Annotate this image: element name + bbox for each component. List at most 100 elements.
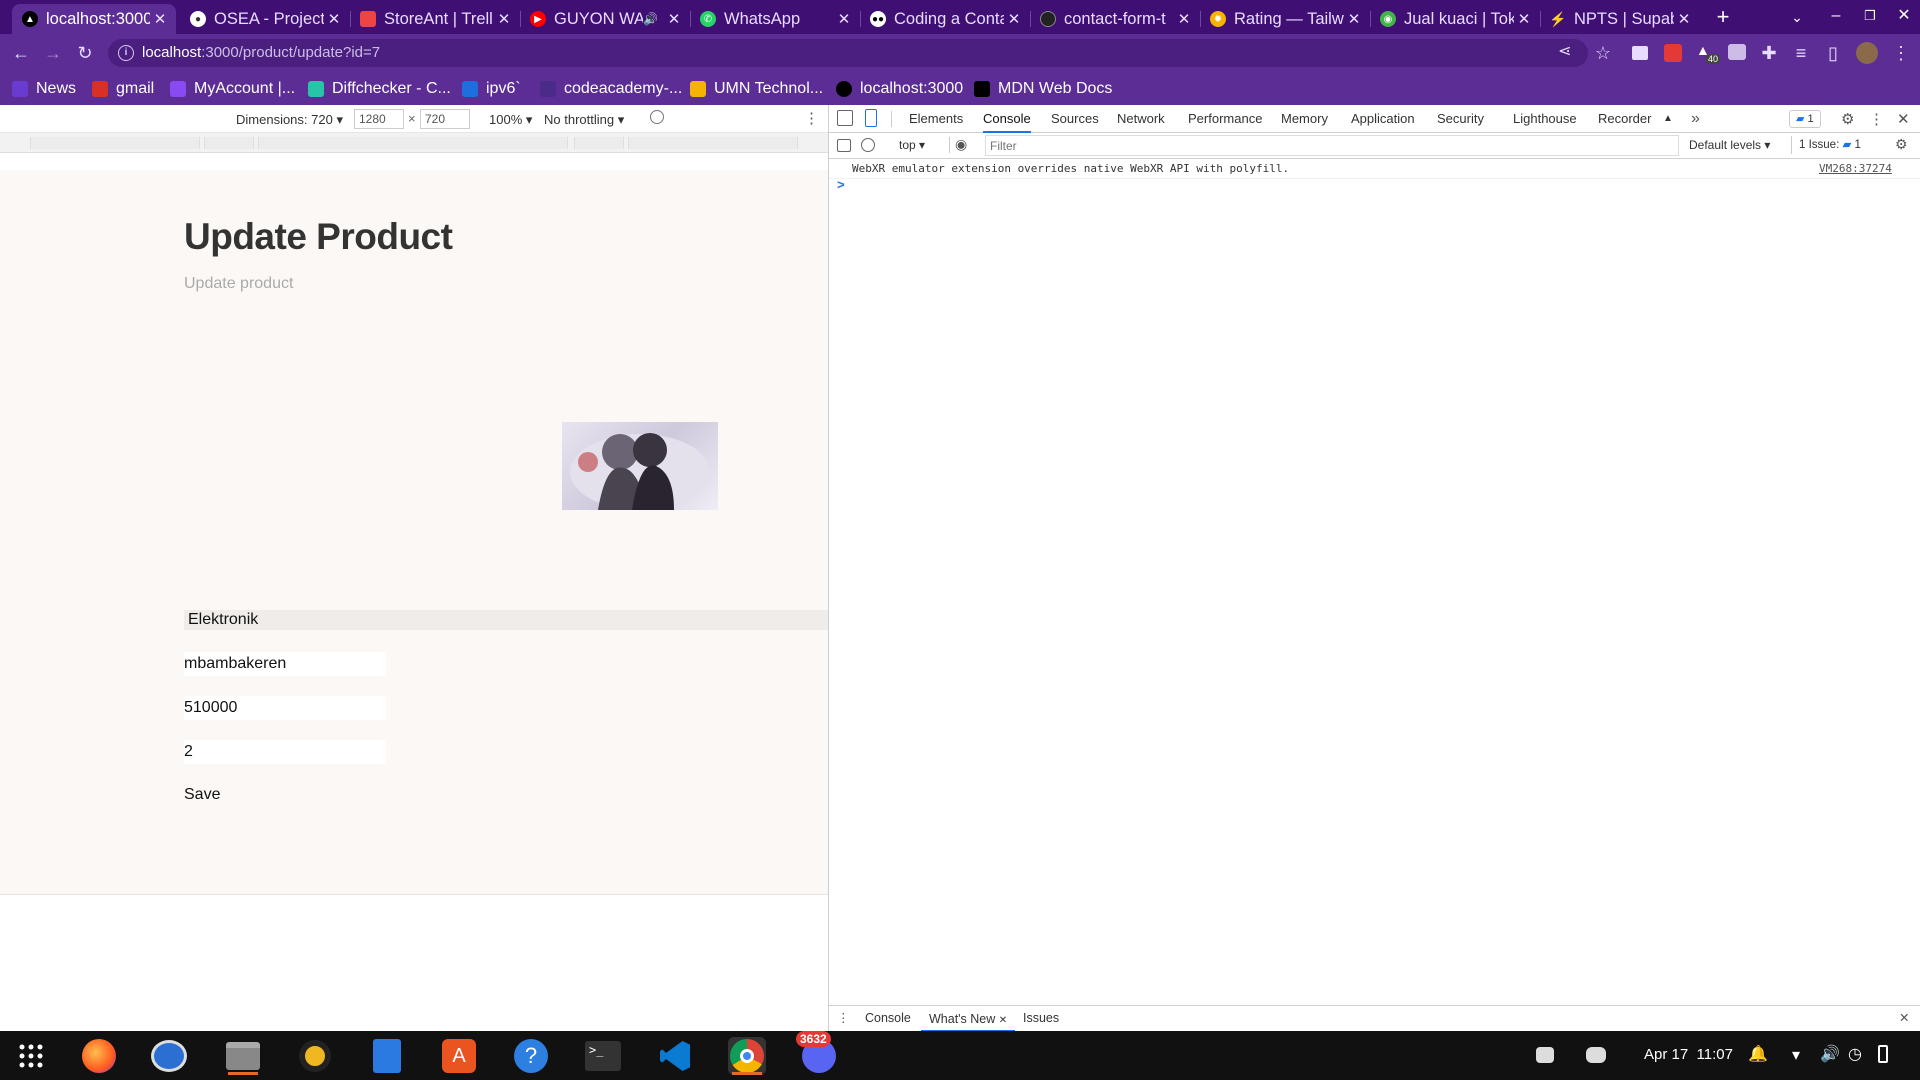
log-levels-dropdown[interactable]: Default levels ▾ bbox=[1689, 138, 1770, 152]
close-window-icon[interactable]: ✕ bbox=[1892, 4, 1916, 28]
inspect-element-icon[interactable] bbox=[837, 110, 853, 126]
height-input[interactable]: 720 bbox=[420, 109, 470, 129]
drawer-tab-console[interactable]: Console bbox=[865, 1011, 911, 1025]
rhythmbox-icon[interactable] bbox=[296, 1037, 334, 1075]
tab-security[interactable]: Security bbox=[1437, 105, 1484, 133]
tab-tokopedia[interactable]: ◉ Jual kuaci | Tok ✕ bbox=[1370, 4, 1540, 34]
category-select[interactable]: Elektronik bbox=[184, 610, 828, 630]
terminal-icon[interactable]: >_ bbox=[584, 1037, 622, 1075]
tab-console[interactable]: Console bbox=[983, 105, 1031, 133]
side-panel-icon[interactable]: ▯ bbox=[1820, 40, 1846, 66]
zoom-dropdown[interactable]: 100% ▾ bbox=[489, 112, 532, 128]
notification-bell-icon[interactable]: 🔔 bbox=[1748, 1044, 1768, 1064]
close-devtools-icon[interactable]: ✕ bbox=[1897, 110, 1910, 128]
audio-playing-icon[interactable]: 🔊 bbox=[643, 12, 658, 26]
tab-sources[interactable]: Sources bbox=[1051, 105, 1099, 133]
software-center-icon[interactable]: A bbox=[440, 1037, 478, 1075]
menu-kebab-icon[interactable]: ⋮ bbox=[1888, 40, 1914, 66]
power-clock-icon[interactable]: ◷ bbox=[1848, 1044, 1862, 1064]
minimize-icon[interactable]: – bbox=[1824, 4, 1848, 28]
cloud-tray-icon[interactable] bbox=[1536, 1047, 1554, 1063]
ruler-segment[interactable] bbox=[204, 137, 254, 149]
app-grid-icon[interactable] bbox=[12, 1037, 50, 1075]
tab-memory[interactable]: Memory bbox=[1281, 105, 1328, 133]
tab-performance[interactable]: Performance bbox=[1188, 105, 1262, 133]
device-toggle-icon[interactable] bbox=[865, 109, 877, 127]
tab-elements[interactable]: Elements bbox=[909, 105, 963, 133]
battery-icon[interactable] bbox=[1878, 1045, 1888, 1063]
bookmark-gmail[interactable]: gmail bbox=[92, 78, 154, 100]
close-tab-icon[interactable]: ✕ bbox=[1174, 10, 1194, 28]
rotate-icon[interactable] bbox=[650, 110, 664, 124]
tab-osea[interactable]: ● OSEA - Project I ✕ bbox=[180, 4, 350, 34]
forward-icon[interactable]: → bbox=[40, 40, 66, 66]
writer-icon[interactable] bbox=[368, 1037, 406, 1075]
bookmark-localhost[interactable]: localhost:3000 bbox=[836, 78, 963, 100]
stock-input[interactable]: 2 bbox=[184, 740, 386, 764]
console-settings-gear-icon[interactable]: ⚙ bbox=[1895, 136, 1908, 153]
media-query-ruler[interactable] bbox=[0, 133, 828, 153]
wifi-icon[interactable]: ▾ bbox=[1792, 1045, 1800, 1065]
discord-tray-icon[interactable] bbox=[1586, 1047, 1606, 1063]
ruler-segment[interactable] bbox=[258, 137, 568, 149]
close-tab-icon[interactable]: ✕ bbox=[1674, 10, 1694, 28]
close-drawer-icon[interactable]: ✕ bbox=[1899, 1010, 1909, 1025]
tab-whatsapp[interactable]: ✆ WhatsApp ✕ bbox=[690, 4, 860, 34]
address-bar[interactable]: i localhost:3000/product/update?id=7 ⋖ bbox=[108, 39, 1588, 67]
tab-medium[interactable]: ●● Coding a Conta ✕ bbox=[860, 4, 1030, 34]
save-button[interactable]: Save bbox=[184, 786, 220, 804]
throttling-dropdown[interactable]: No throttling ▾ bbox=[544, 112, 624, 128]
avatar[interactable] bbox=[1856, 42, 1878, 64]
bookmark-news[interactable]: News bbox=[12, 78, 76, 100]
close-tab-icon[interactable]: ✕ bbox=[1514, 10, 1534, 28]
close-tab-icon[interactable]: ✕ bbox=[834, 10, 854, 28]
extension-notes-icon[interactable] bbox=[1632, 46, 1648, 60]
clock[interactable]: Apr 17 11:07 bbox=[1644, 1046, 1733, 1063]
drawer-tab-issues[interactable]: Issues bbox=[1023, 1011, 1059, 1025]
live-expression-eye-icon[interactable]: ◉ bbox=[955, 136, 967, 153]
issues-counter[interactable]: ▰ 1 bbox=[1789, 110, 1821, 128]
ruler-segment[interactable] bbox=[30, 137, 200, 149]
ruler-segment[interactable] bbox=[574, 137, 624, 149]
camera-icon[interactable] bbox=[1728, 44, 1746, 60]
bookmark-mdn[interactable]: MDN Web Docs bbox=[974, 78, 1112, 100]
tab-lighthouse[interactable]: Lighthouse bbox=[1513, 105, 1577, 133]
device-more-icon[interactable]: ⋮ bbox=[804, 109, 819, 127]
console-prompt[interactable]: > bbox=[837, 177, 845, 192]
help-icon[interactable]: ? bbox=[512, 1037, 550, 1075]
close-tab-icon[interactable]: ✕ bbox=[1004, 10, 1024, 28]
tab-supabase[interactable]: ⚡ NPTS | Supabas ✕ bbox=[1540, 4, 1700, 34]
volume-icon[interactable]: 🔊 bbox=[1820, 1044, 1840, 1064]
product-name-input[interactable]: mbambakeren bbox=[184, 652, 386, 676]
more-tabs-icon[interactable]: » bbox=[1691, 105, 1700, 133]
tab-youtube[interactable]: ▶ GUYON WA 🔊 ✕ bbox=[520, 4, 690, 34]
share-icon[interactable]: ⋖ bbox=[1558, 41, 1571, 61]
tab-search-icon[interactable]: ⌄ bbox=[1786, 6, 1808, 28]
tab-network[interactable]: Network bbox=[1117, 105, 1165, 133]
issues-link[interactable]: 1 Issue: ▰ 1 bbox=[1799, 137, 1861, 151]
settings-gear-icon[interactable]: ⚙ bbox=[1841, 110, 1854, 128]
tab-recorder[interactable]: Recorder bbox=[1598, 105, 1651, 133]
extension-red-icon[interactable] bbox=[1664, 44, 1682, 62]
puzzle-icon[interactable]: ✚ bbox=[1756, 40, 1782, 66]
tab-localhost[interactable]: ▲ localhost:3000/ ✕ bbox=[12, 4, 176, 34]
devtools-kebab-icon[interactable]: ⋮ bbox=[1869, 110, 1884, 128]
bookmark-ipv6[interactable]: ipv6` bbox=[462, 78, 521, 100]
bookmark-umn[interactable]: UMN Technol... bbox=[690, 78, 823, 100]
tab-github[interactable]: contact-form-t ✕ bbox=[1030, 4, 1200, 34]
bookmark-codeacademy[interactable]: codeacademy-... bbox=[540, 78, 682, 100]
context-selector[interactable]: top ▾ bbox=[899, 138, 925, 152]
console-filter-input[interactable] bbox=[985, 135, 1679, 156]
restore-icon[interactable]: ❐ bbox=[1858, 4, 1882, 28]
new-tab-button[interactable]: + bbox=[1710, 4, 1736, 30]
site-info-icon[interactable]: i bbox=[118, 45, 134, 61]
dimensions-dropdown[interactable]: Dimensions: 720 ▾ bbox=[236, 112, 343, 128]
close-tab-icon[interactable]: ✕ bbox=[664, 10, 684, 28]
thunderbird-icon[interactable] bbox=[150, 1037, 188, 1075]
console-message-source-link[interactable]: VM268:37274 bbox=[1819, 162, 1892, 175]
tab-trello[interactable]: StoreAnt | Trell ✕ bbox=[350, 4, 520, 34]
price-input[interactable]: 510000 bbox=[184, 696, 386, 720]
clear-console-icon[interactable] bbox=[861, 138, 875, 152]
close-tab-icon[interactable]: ✕ bbox=[494, 10, 514, 28]
discord-icon[interactable]: 3632 bbox=[796, 1031, 838, 1075]
